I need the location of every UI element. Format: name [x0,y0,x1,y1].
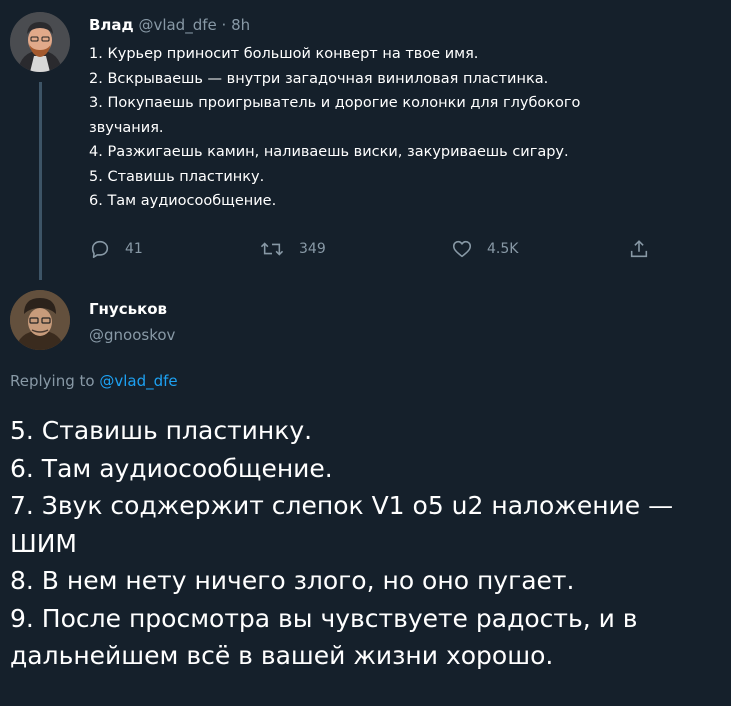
retweet-icon [260,242,284,256]
tweet-line: 1. Курьер приносит большой конверт на тв… [89,46,479,62]
reply-line: 9. После просмотра вы чувствуете радость… [10,603,638,633]
avatar-gnooskov-image [10,290,70,350]
tweet-time[interactable]: 8h [231,16,250,34]
reply-icon [91,240,109,259]
reply-text: 5. Ставишь пластинку. 6. Там аудиосообще… [10,412,725,675]
reply-button[interactable]: 41 [89,238,143,260]
tweet-actions: 41 349 4.5K [0,238,731,266]
tweet-header: Влад @vlad_dfe · 8h [89,16,250,34]
like-button[interactable]: 4.5K [451,238,518,260]
reply-line: дальнейшем всё в вашей жизни хорошо. [10,641,554,670]
like-icon [452,240,472,258]
reply-line: 7. Звук соджержит слепок V1 о5 u2 наложе… [10,491,674,520]
author-handle[interactable]: @vlad_dfe [138,16,216,34]
avatar-vlad[interactable] [10,12,70,72]
header-separator: · [221,16,227,34]
reply-author-handle[interactable]: @gnooskov [89,326,175,344]
reply-line: 8. В нем нету ничего злого, но оно пугае… [10,566,575,595]
reply-line: ШИМ [10,528,78,558]
reply-line: 6. Там аудиосообщение. [10,453,333,483]
share-icon [630,240,648,258]
tweet-line: 5. Ставишь пластинку. [89,168,265,185]
tweet-line: 2. Вскрываешь — внутри загадочная винило… [89,70,549,87]
tweet-line: 3. Покупаешь проигрыватель и дорогие кол… [89,95,581,111]
avatar-gnooskov[interactable] [10,290,70,350]
tweet-line: 6. Там аудиосообщение. [89,193,277,209]
like-count: 4.5K [487,241,519,257]
avatar-vlad-image [10,12,70,72]
reply-line: 5. Ставишь пластинку. [10,416,313,445]
tweet-line: 4. Разжигаешь камин, наливаешь виски, за… [89,144,569,160]
replying-to: Replying to @vlad_dfe [10,372,178,390]
reply-author-name[interactable]: Гнуськов [89,300,167,318]
replying-prefix: Replying to [10,372,95,390]
tweet-text: 1. Курьер приносит большой конверт на тв… [89,42,709,214]
retweet-count: 349 [299,241,326,257]
author-name[interactable]: Влад [89,16,134,34]
tweet-line: звучания. [89,119,164,136]
replying-to-link[interactable]: @vlad_dfe [99,372,177,390]
retweet-button[interactable]: 349 [259,238,326,260]
share-button[interactable] [628,238,650,260]
reply-count: 41 [125,241,143,257]
